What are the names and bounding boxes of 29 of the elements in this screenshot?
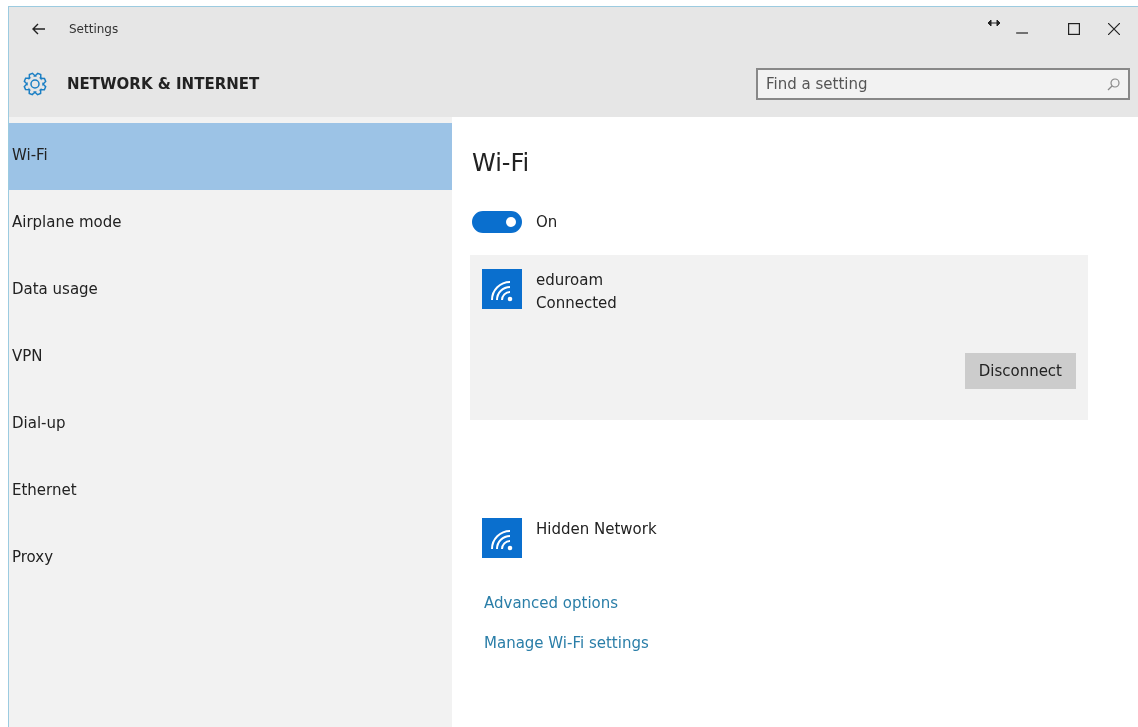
page-heading: NETWORK & INTERNET	[67, 74, 261, 93]
sidebar-item[interactable]: Data usage	[9, 257, 452, 324]
sidebar-item[interactable]: Wi-Fi	[9, 123, 452, 190]
back-arrow-icon[interactable]	[32, 22, 46, 35]
sidebar-item[interactable]: Proxy	[9, 525, 452, 592]
section-title: Wi-Fi	[472, 149, 531, 177]
network-name: eduroam	[536, 270, 605, 291]
search-icon[interactable]	[1107, 77, 1120, 91]
network-status: Connected	[536, 293, 617, 314]
sidebar-item[interactable]: VPN	[9, 324, 452, 391]
network-name: Hidden Network	[536, 519, 657, 540]
search-field[interactable]: Find a setting	[756, 67, 1130, 100]
sidebar-item[interactable]: Dial-up	[9, 391, 452, 458]
disconnect-button[interactable]: Disconnect	[964, 353, 1076, 389]
network-item[interactable]: Hidden Network	[470, 504, 1088, 572]
sidebar-item[interactable]: Airplane mode	[9, 190, 452, 257]
window-title: Settings	[69, 21, 120, 36]
network-card[interactable]: eduroam Connected Disconnect	[470, 255, 1088, 420]
settings-link[interactable]: Advanced options	[484, 594, 1138, 612]
resize-arrow-icon	[988, 19, 1000, 26]
maximize-icon[interactable]	[1068, 22, 1080, 35]
wifi-icon	[482, 518, 522, 558]
toggle-label: On	[536, 213, 558, 231]
sidebar-item[interactable]: Ethernet	[9, 458, 452, 525]
wifi-icon	[482, 269, 522, 309]
settings-link[interactable]: Manage Wi-Fi settings	[484, 634, 1138, 652]
gear-icon	[23, 71, 47, 96]
close-icon[interactable]	[1108, 22, 1120, 35]
toggle-switch[interactable]	[472, 211, 522, 233]
